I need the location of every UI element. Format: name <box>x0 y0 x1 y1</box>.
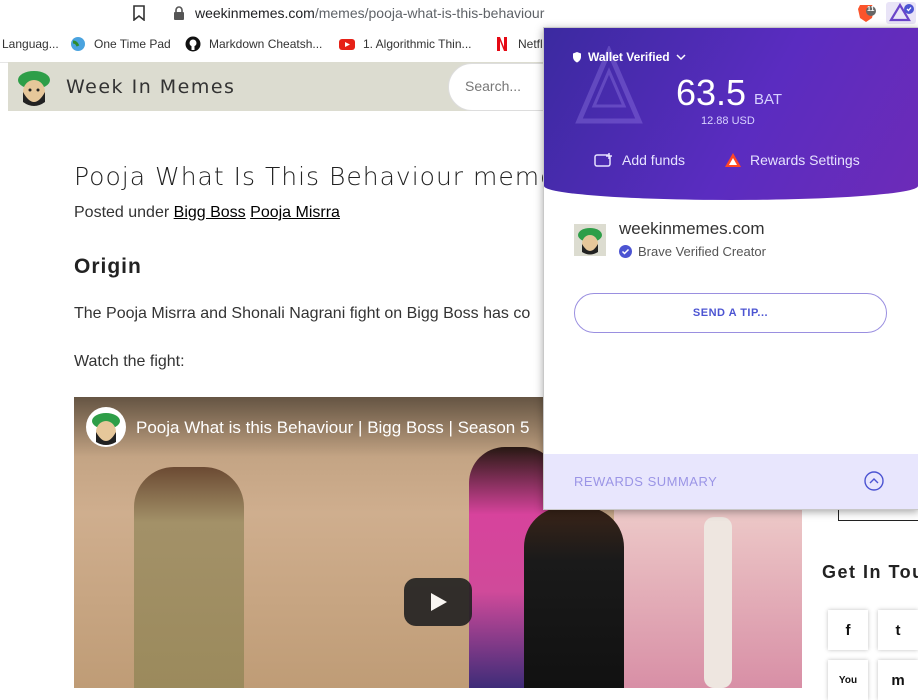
netflix-icon <box>497 37 507 51</box>
site-title[interactable]: Week In Memes <box>66 76 235 98</box>
video-frame-person <box>134 467 244 688</box>
publisher-logo <box>574 224 606 256</box>
bat-currency: BAT <box>754 91 783 108</box>
chevron-down-icon <box>676 54 686 61</box>
bookmark-icon[interactable] <box>133 5 145 21</box>
play-button[interactable] <box>404 578 472 626</box>
send-tip-button[interactable]: SEND A TIP... <box>574 293 887 333</box>
page-title: Pooja What Is This Behaviour memes <box>74 162 571 191</box>
globe-icon <box>71 37 85 51</box>
wallet-verified-toggle[interactable]: Wallet Verified <box>572 50 686 64</box>
email-icon[interactable]: m <box>878 660 918 700</box>
github-icon <box>185 36 201 52</box>
wallet-icon <box>594 153 612 167</box>
youtube-icon[interactable]: You <box>828 660 868 700</box>
watch-text: Watch the fight: <box>74 353 185 370</box>
article-paragraph: The Pooja Misrra and Shonali Nagrani fig… <box>74 305 531 322</box>
facebook-icon[interactable]: f <box>828 610 868 650</box>
tag-link-pooja-misrra[interactable]: Pooja Misrra <box>250 204 340 221</box>
shield-count: 11 <box>867 6 875 13</box>
search-placeholder: Search... <box>465 78 522 94</box>
add-funds-button[interactable]: Add funds <box>594 152 685 168</box>
video-frame-person <box>524 507 624 688</box>
lock-icon[interactable] <box>172 5 186 21</box>
rewards-header: Wallet Verified 63.5 BAT 12.88 USD Add f… <box>544 28 918 200</box>
channel-avatar[interactable] <box>86 407 126 447</box>
address-bar: weekinmemes.com/memes/pooja-what-is-this… <box>0 0 918 27</box>
brave-rewards-panel: Wallet Verified 63.5 BAT 12.88 USD Add f… <box>543 27 918 510</box>
rewards-summary-label: REWARDS SUMMARY <box>574 474 718 489</box>
chevron-up-icon[interactable] <box>864 471 884 491</box>
verified-check-icon <box>619 245 632 258</box>
site-logo[interactable] <box>14 66 54 108</box>
youtube-icon <box>339 39 355 50</box>
tag-link-bigg-boss[interactable]: Bigg Boss <box>174 204 246 221</box>
bat-balance: 63.5 <box>676 72 747 113</box>
brave-shield-icon[interactable]: 11 <box>856 3 876 23</box>
verified-creator-badge: Brave Verified Creator <box>619 244 766 259</box>
bookmark-algorithmic[interactable]: 1. Algorithmic Thin... <box>339 26 472 62</box>
get-in-touch-heading: Get In Tou <box>822 562 918 582</box>
bookmark-one-time-pad[interactable]: One Time Pad <box>70 26 171 62</box>
rewards-summary-bar[interactable]: REWARDS SUMMARY <box>544 454 918 509</box>
rewards-settings-button[interactable]: Rewards Settings <box>724 152 860 168</box>
usd-balance: 12.88 USD <box>701 115 755 127</box>
twitter-icon[interactable]: t <box>878 610 918 650</box>
brave-rewards-icon[interactable] <box>886 2 916 24</box>
url-field[interactable]: weekinmemes.com/memes/pooja-what-is-this… <box>195 5 544 21</box>
bookmark-netflix[interactable]: Netfl <box>494 26 543 62</box>
origin-heading: Origin <box>74 255 142 278</box>
bat-logo-icon <box>725 153 741 167</box>
video-frame-pillar <box>704 517 732 688</box>
posted-under: Posted under Bigg Boss Pooja Misrra <box>74 204 340 221</box>
video-title[interactable]: Pooja What is this Behaviour | Bigg Boss… <box>136 418 529 438</box>
publisher-name: weekinmemes.com <box>619 219 765 238</box>
bookmark-markdown[interactable]: Markdown Cheatsh... <box>185 26 322 62</box>
bookmark-languages[interactable]: Languag... <box>2 26 59 62</box>
shield-check-icon <box>573 52 581 63</box>
